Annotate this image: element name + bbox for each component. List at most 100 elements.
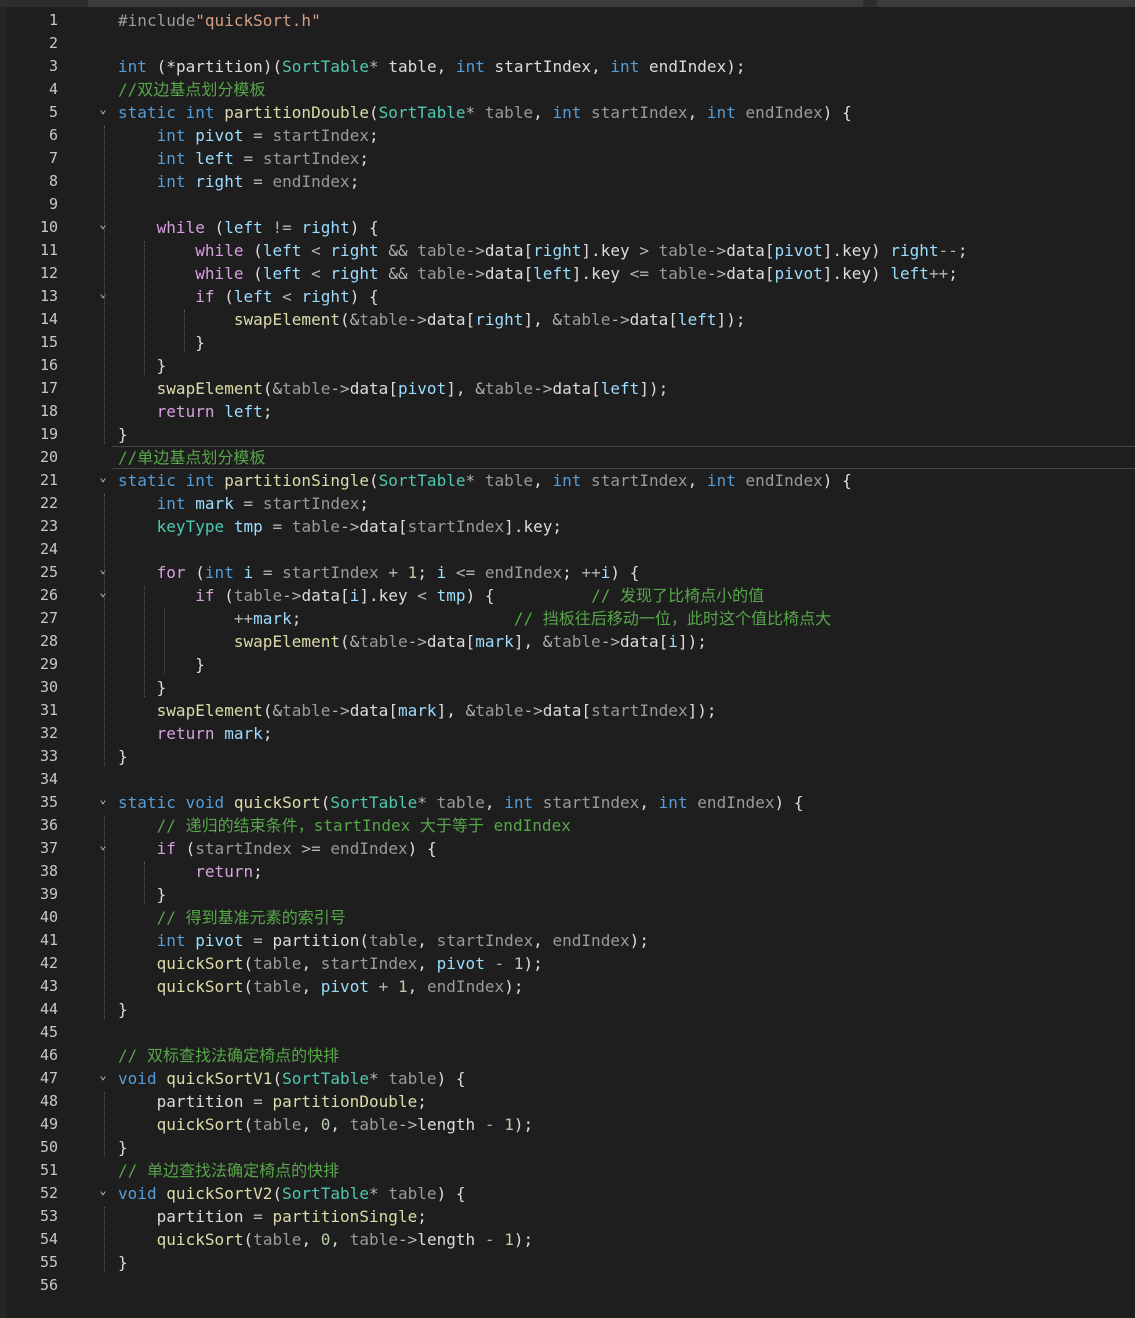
- fold-chevron-icon[interactable]: ⌄: [97, 282, 109, 305]
- code-line[interactable]: 30 }: [0, 676, 1135, 699]
- code-token: partitionDouble: [272, 1092, 418, 1111]
- code-line[interactable]: 12 while (left < right && table->data[le…: [0, 262, 1135, 285]
- editor-tab[interactable]: [88, 0, 863, 7]
- code-line[interactable]: 43 quickSort(table, pivot + 1, endIndex)…: [0, 975, 1135, 998]
- code-token: pivot: [774, 241, 823, 260]
- line-number: 8: [48, 172, 58, 190]
- code-line[interactable]: 34: [0, 768, 1135, 791]
- code-line[interactable]: 9: [0, 193, 1135, 216]
- code-line[interactable]: 33}: [0, 745, 1135, 768]
- code-line[interactable]: 28 swapElement(&table->data[mark], &tabl…: [0, 630, 1135, 653]
- code-line[interactable]: 42 quickSort(table, startIndex, pivot - …: [0, 952, 1135, 975]
- line-number: 14: [39, 310, 58, 328]
- code-token: <=: [629, 264, 649, 283]
- code-token: ,: [417, 954, 437, 973]
- code-line[interactable]: 41 int pivot = partition(table, startInd…: [0, 929, 1135, 952]
- code-line[interactable]: 3 int (*partition)(SortTable* table, int …: [0, 55, 1135, 78]
- code-line[interactable]: 44}: [0, 998, 1135, 1021]
- fold-chevron-icon[interactable]: ⌄: [97, 558, 109, 581]
- code-line[interactable]: 13 ⌄ if (left < right) {: [0, 285, 1135, 308]
- code-line[interactable]: 29 }: [0, 653, 1135, 676]
- code-token: ->: [397, 1115, 418, 1134]
- code-line[interactable]: 38 return;: [0, 860, 1135, 883]
- code-line[interactable]: 18 return left;: [0, 400, 1135, 423]
- code-line[interactable]: 15 }: [0, 331, 1135, 354]
- code-token: &: [272, 379, 283, 398]
- code-line[interactable]: 49 quickSort(table, 0, table->length - 1…: [0, 1113, 1135, 1136]
- code-line[interactable]: 22 int mark = startIndex;: [0, 492, 1135, 515]
- code-line[interactable]: 36 // 递归的结束条件，startIndex 大于等于 endIndex: [0, 814, 1135, 837]
- code-line[interactable]: 56: [0, 1274, 1135, 1297]
- code-line[interactable]: 50}: [0, 1136, 1135, 1159]
- code-line[interactable]: 19}: [0, 423, 1135, 446]
- fold-chevron-icon[interactable]: ⌄: [97, 1179, 109, 1202]
- code-line[interactable]: 17 swapElement(&table->data[pivot], &tab…: [0, 377, 1135, 400]
- code-line[interactable]: 51 // 单边查找法确定椅点的快排: [0, 1159, 1135, 1182]
- code-token: mark: [475, 632, 514, 651]
- code-line[interactable]: 6 int pivot = startIndex;: [0, 124, 1135, 147]
- code-line[interactable]: 54 quickSort(table, 0, table->length - 1…: [0, 1228, 1135, 1251]
- fold-chevron-icon[interactable]: ⌄: [97, 1064, 109, 1087]
- code-line[interactable]: 23 keyType tmp = table->data[startIndex]…: [0, 515, 1135, 538]
- code-token: table: [417, 264, 466, 283]
- code-token: ;: [359, 494, 370, 513]
- code-line[interactable]: 7 int left = startIndex;: [0, 147, 1135, 170]
- code-line[interactable]: 16 }: [0, 354, 1135, 377]
- line-number: 33: [39, 747, 58, 765]
- code-line[interactable]: 53 partition = partitionSingle;: [0, 1205, 1135, 1228]
- fold-chevron-icon[interactable]: ⌄: [97, 466, 109, 489]
- code-line[interactable]: 32 return mark;: [0, 722, 1135, 745]
- code-line[interactable]: 8 int right = endIndex;: [0, 170, 1135, 193]
- code-line[interactable]: 46 // 双标查找法确定椅点的快排: [0, 1044, 1135, 1067]
- fold-chevron-icon[interactable]: ⌄: [97, 213, 109, 236]
- fold-chevron-icon[interactable]: ⌄: [97, 788, 109, 811]
- code-token: table: [369, 931, 418, 950]
- code-token: partitionDouble: [224, 103, 369, 122]
- code-token: +: [378, 563, 408, 582]
- code-line[interactable]: 14 swapElement(&table->data[right], &tab…: [0, 308, 1135, 331]
- code-token: table: [253, 1115, 302, 1134]
- code-line[interactable]: 52 ⌄ void quickSortV2(SortTable* table) {: [0, 1182, 1135, 1205]
- code-line[interactable]: 40 // 得到基准元素的索引号: [0, 906, 1135, 929]
- code-token: =: [243, 126, 273, 145]
- code-line[interactable]: 2: [0, 32, 1135, 55]
- code-line[interactable]: 10 ⌄ while (left != right) {: [0, 216, 1135, 239]
- code-line[interactable]: 26 ⌄ if (table->data[i].key < tmp) { // 发…: [0, 584, 1135, 607]
- code-text: quickSort(table, pivot + 1, endIndex);: [118, 975, 524, 998]
- code-text: return left;: [118, 400, 273, 423]
- code-token: quickSortV1: [166, 1069, 273, 1088]
- code-line[interactable]: 11 while (left < right && table->data[ri…: [0, 239, 1135, 262]
- code-token: mark: [195, 494, 234, 513]
- code-line[interactable]: 55}: [0, 1251, 1135, 1274]
- fold-chevron-icon[interactable]: ⌄: [97, 581, 109, 604]
- code-text: quickSort(table, 0, table->length - 1);: [118, 1228, 534, 1251]
- code-token: ) {: [774, 793, 804, 812]
- code-line[interactable]: 25 ⌄ for (int i = startIndex + 1; i <= en…: [0, 561, 1135, 584]
- code-token: );: [523, 954, 543, 973]
- code-line[interactable]: 45: [0, 1021, 1135, 1044]
- code-token: partition(: [272, 931, 370, 950]
- code-line[interactable]: 4 //双边基点划分模板: [0, 78, 1135, 101]
- code-token: partition: [118, 1207, 254, 1226]
- code-line[interactable]: 27 ++mark; // 挡板往后移动一位，此时这个值比椅点大: [0, 607, 1135, 630]
- code-line[interactable]: 5 ⌄ static int partitionDouble(SortTable* …: [0, 101, 1135, 124]
- editor-tab-secondary[interactable]: [877, 0, 1135, 7]
- code-line[interactable]: 24: [0, 538, 1135, 561]
- line-number: 5: [48, 103, 58, 121]
- fold-chevron-icon[interactable]: ⌄: [97, 98, 109, 121]
- code-line[interactable]: 31 swapElement(&table->data[mark], &tabl…: [0, 699, 1135, 722]
- code-token: data[: [629, 310, 678, 329]
- code-line[interactable]: 1 #include"quickSort.h": [0, 9, 1135, 32]
- fold-chevron-icon[interactable]: ⌄: [97, 834, 109, 857]
- code-line[interactable]: 21 ⌄ static int partitionSingle(SortTable*…: [0, 469, 1135, 492]
- code-line[interactable]: 37 ⌄ if (startIndex >= endIndex) {: [0, 837, 1135, 860]
- code-line[interactable]: 48 partition = partitionDouble;: [0, 1090, 1135, 1113]
- code-line[interactable]: 39 }: [0, 883, 1135, 906]
- code-line[interactable]: 35 ⌄ static void quickSort(SortTable* tabl…: [0, 791, 1135, 814]
- code-text: swapElement(&table->data[mark], &table->…: [118, 630, 707, 653]
- code-line[interactable]: 47 ⌄ void quickSortV1(SortTable* table) {: [0, 1067, 1135, 1090]
- code-token: ,: [330, 1115, 350, 1134]
